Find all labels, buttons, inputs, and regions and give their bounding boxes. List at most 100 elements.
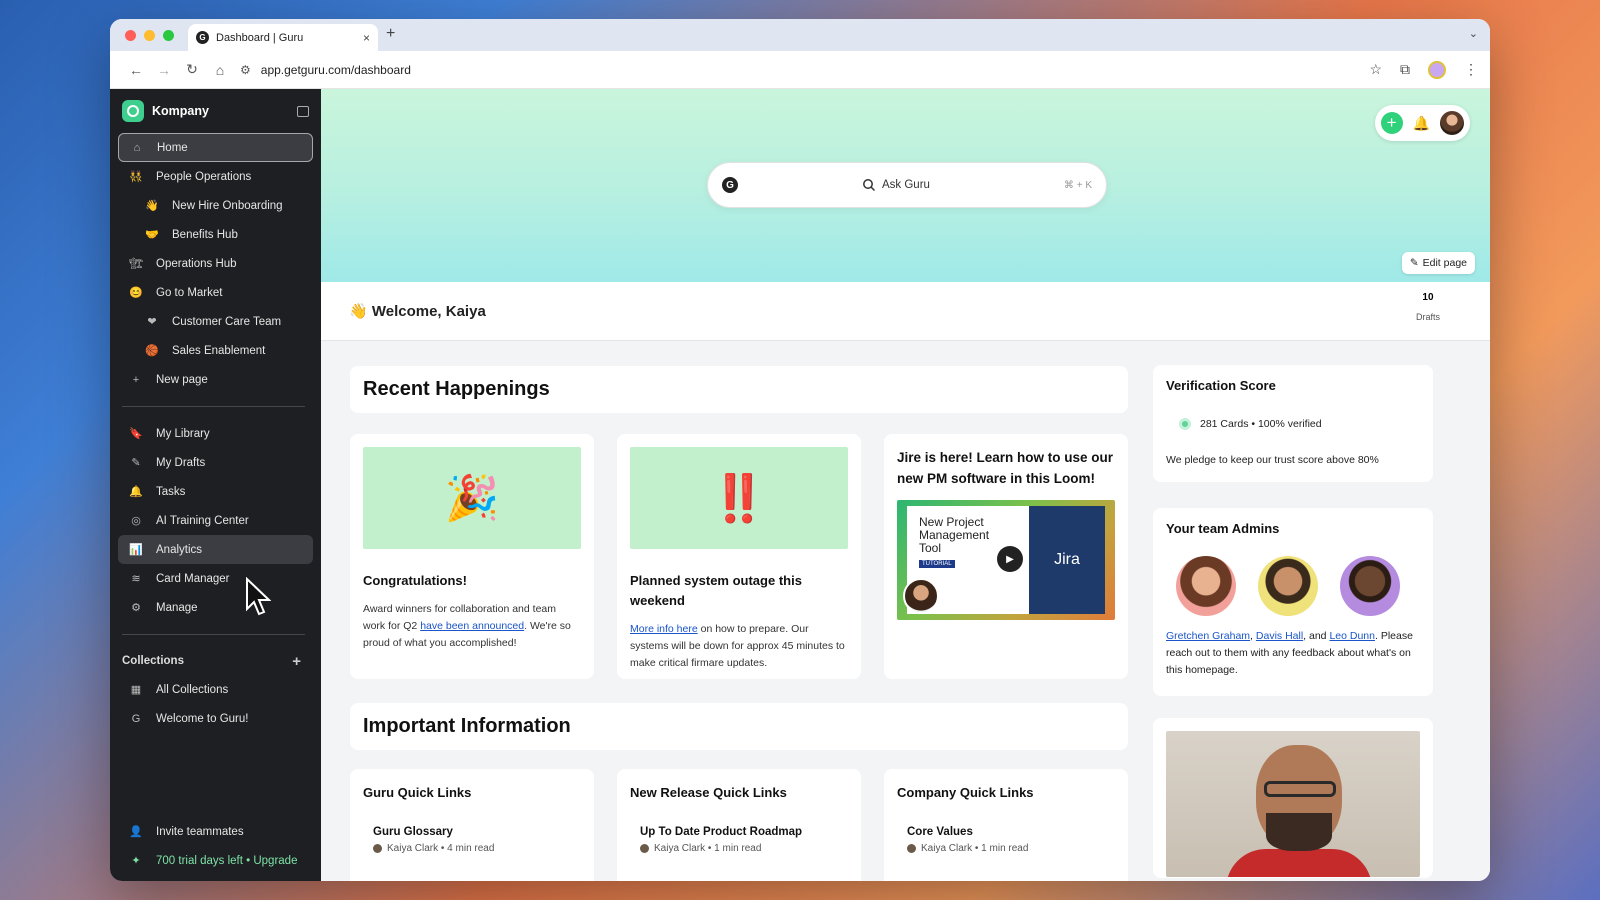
workspace-header[interactable]: Kompany	[110, 89, 321, 133]
handshake-icon: 🤝	[145, 229, 159, 241]
card-body: Award winners for collaboration and team…	[363, 603, 571, 649]
profile-avatar[interactable]	[1428, 60, 1446, 79]
browser-tab[interactable]: G Dashboard | Guru ×	[188, 24, 378, 51]
item-meta: Kaiya Clark • 4 min read	[363, 843, 581, 854]
header-actions: + 🔔	[1374, 105, 1470, 141]
sidebar-item-analytics[interactable]: 📊 Analytics	[118, 535, 313, 564]
browser-menu-icon[interactable]: ⋮	[1464, 61, 1478, 78]
close-window-button[interactable]	[125, 30, 136, 41]
sidebar-item-go-to-market[interactable]: 😊 Go to Market	[118, 278, 313, 307]
jira-logo-icon: Jira	[1029, 506, 1105, 614]
add-collection-icon[interactable]: +	[292, 653, 301, 670]
trial-label: 700 trial days left • Upgrade	[156, 854, 298, 867]
sidebar-item-label: Tasks	[156, 485, 186, 498]
sidebar-item-operations-hub[interactable]: 🏗 Operations Hub	[118, 249, 313, 278]
sidebar-item-my-drafts[interactable]: ✎ My Drafts	[118, 448, 313, 477]
invite-teammates-button[interactable]: 👤 Invite teammates	[118, 817, 313, 846]
sidebar-item-card-manager[interactable]: ≋ Card Manager	[118, 564, 313, 593]
announcement-card[interactable]: 🎉 Congratulations! Award winners for col…	[350, 434, 594, 679]
sidebar-item-label: My Library	[156, 427, 210, 440]
guru-icon: G	[131, 712, 141, 725]
admin-avatar[interactable]	[1340, 556, 1400, 616]
sidebar-item-benefits-hub[interactable]: 🤝 Benefits Hub	[118, 220, 313, 249]
sidebar-item-label: Benefits Hub	[172, 228, 238, 241]
collections-label: Collections	[122, 655, 184, 667]
sidebar-item-people-operations[interactable]: 👯 People Operations	[118, 162, 313, 191]
edit-icon: ✎	[131, 457, 141, 469]
sidebar-item-label: Card Manager	[156, 572, 230, 585]
admin-link[interactable]: Davis Hall	[1256, 630, 1303, 642]
author-avatar	[907, 844, 916, 853]
mouse-cursor-icon	[246, 577, 271, 616]
sidebar-item-manage[interactable]: ⚙ Manage	[118, 593, 313, 622]
play-icon[interactable]: ▶	[997, 546, 1023, 572]
reload-icon[interactable]: ↻	[178, 61, 206, 78]
loom-video-card[interactable]: Jire is here! Learn how to use our new P…	[884, 434, 1128, 679]
maximize-window-button[interactable]	[163, 30, 174, 41]
announced-link[interactable]: have been announced	[420, 620, 524, 632]
create-button[interactable]: +	[1380, 112, 1403, 134]
bookmark-icon: 🔖	[129, 428, 143, 440]
minimize-window-button[interactable]	[144, 30, 155, 41]
ask-guru-search[interactable]: G Ask Guru ⌘ + K	[707, 162, 1107, 208]
url-text: app.getguru.com/dashboard	[260, 62, 411, 77]
edit-page-button[interactable]: ✎ Edit page	[1401, 252, 1475, 274]
sidebar-item-label: Manage	[156, 601, 198, 614]
more-info-link[interactable]: More info here	[630, 623, 698, 635]
window-controls	[125, 30, 174, 41]
tab-bar: G Dashboard | Guru × + ⌄	[110, 19, 1490, 51]
user-avatar[interactable]	[1440, 111, 1464, 135]
trial-upgrade-link[interactable]: ✦ 700 trial days left • Upgrade	[118, 846, 313, 875]
loom-video-thumbnail[interactable]: New Project Management Tool TUTORIAL Jir…	[897, 500, 1115, 620]
sidebar-item-welcome-to-guru[interactable]: G Welcome to Guru!	[118, 704, 313, 733]
outage-card[interactable]: ‼️ Planned system outage this weekend Mo…	[617, 434, 861, 679]
extensions-icon[interactable]: ⧉	[1400, 61, 1410, 78]
welcome-heading: 👋 Welcome, Kaiya	[349, 303, 486, 320]
sidebar-item-ai-training-center[interactable]: ◎ AI Training Center	[118, 506, 313, 535]
quick-link-item[interactable]: Core Values	[897, 826, 1115, 838]
admin-avatar[interactable]	[1176, 556, 1236, 616]
sidebar-item-all-collections[interactable]: ▦ All Collections	[118, 675, 313, 704]
pencil-icon: ✎	[1409, 257, 1419, 269]
forward-icon[interactable]: →	[150, 62, 178, 78]
quick-link-item[interactable]: Guru Glossary	[363, 826, 581, 838]
sidebar-item-label: New page	[156, 373, 208, 386]
drafts-counter[interactable]: 10 Drafts	[1416, 292, 1440, 322]
author-avatar	[373, 844, 382, 853]
team-admins-card: Your team Admins Gretchen Graham, Davis …	[1153, 508, 1433, 696]
drafts-count: 10	[1422, 292, 1434, 303]
back-icon[interactable]: ←	[122, 62, 150, 78]
card-title: Congratulations!	[363, 573, 467, 588]
notifications-icon[interactable]: 🔔	[1413, 115, 1430, 132]
tab-close-icon[interactable]: ×	[363, 31, 370, 45]
admin-link[interactable]: Gretchen Graham	[1166, 630, 1250, 642]
sidebar-divider	[122, 634, 305, 635]
home-browser-icon[interactable]: ⌂	[206, 62, 234, 78]
admin-link[interactable]: Leo Dunn	[1329, 630, 1375, 642]
admin-avatar[interactable]	[1258, 556, 1318, 616]
new-tab-icon[interactable]: +	[386, 25, 395, 43]
sidebar-item-sales-enablement[interactable]: 🏀 Sales Enablement	[118, 336, 313, 365]
collapse-sidebar-icon[interactable]	[297, 105, 309, 117]
address-bar: ← → ↻ ⌂ ⚙ app.getguru.com/dashboard ☆ ⧉ …	[110, 51, 1490, 89]
card-title: Your team Admins	[1166, 521, 1280, 536]
bookmark-star-icon[interactable]: ☆	[1369, 61, 1382, 78]
sidebar-item-new-hire-onboarding[interactable]: 👋 New Hire Onboarding	[118, 191, 313, 220]
sidebar-item-label: Operations Hub	[156, 257, 237, 270]
important-info-header: Important Information	[350, 703, 1128, 750]
main-content: + 🔔 G Ask Guru ⌘ + K ✎ Edit page 👋 Welco…	[321, 89, 1490, 881]
url-field[interactable]: ⚙ app.getguru.com/dashboard	[240, 63, 411, 77]
invite-label: Invite teammates	[156, 825, 244, 838]
sidebar-item-new-page[interactable]: + New page	[118, 365, 313, 394]
sidebar-item-label: Home	[157, 141, 188, 154]
sidebar-item-label: Welcome to Guru!	[156, 712, 249, 725]
sidebar-item-tasks[interactable]: 🔔 Tasks	[118, 477, 313, 506]
bar-chart-icon: 📊	[129, 544, 143, 556]
site-info-icon[interactable]: ⚙	[240, 63, 251, 77]
search-placeholder: Ask Guru	[882, 179, 930, 191]
quick-link-item[interactable]: Up To Date Product Roadmap	[630, 826, 848, 838]
sidebar-item-my-library[interactable]: 🔖 My Library	[118, 419, 313, 448]
sidebar-item-customer-care-team[interactable]: ❤ Customer Care Team	[118, 307, 313, 336]
sidebar-item-home[interactable]: ⌂ Home	[118, 133, 313, 162]
tab-search-icon[interactable]: ⌄	[1469, 27, 1478, 40]
